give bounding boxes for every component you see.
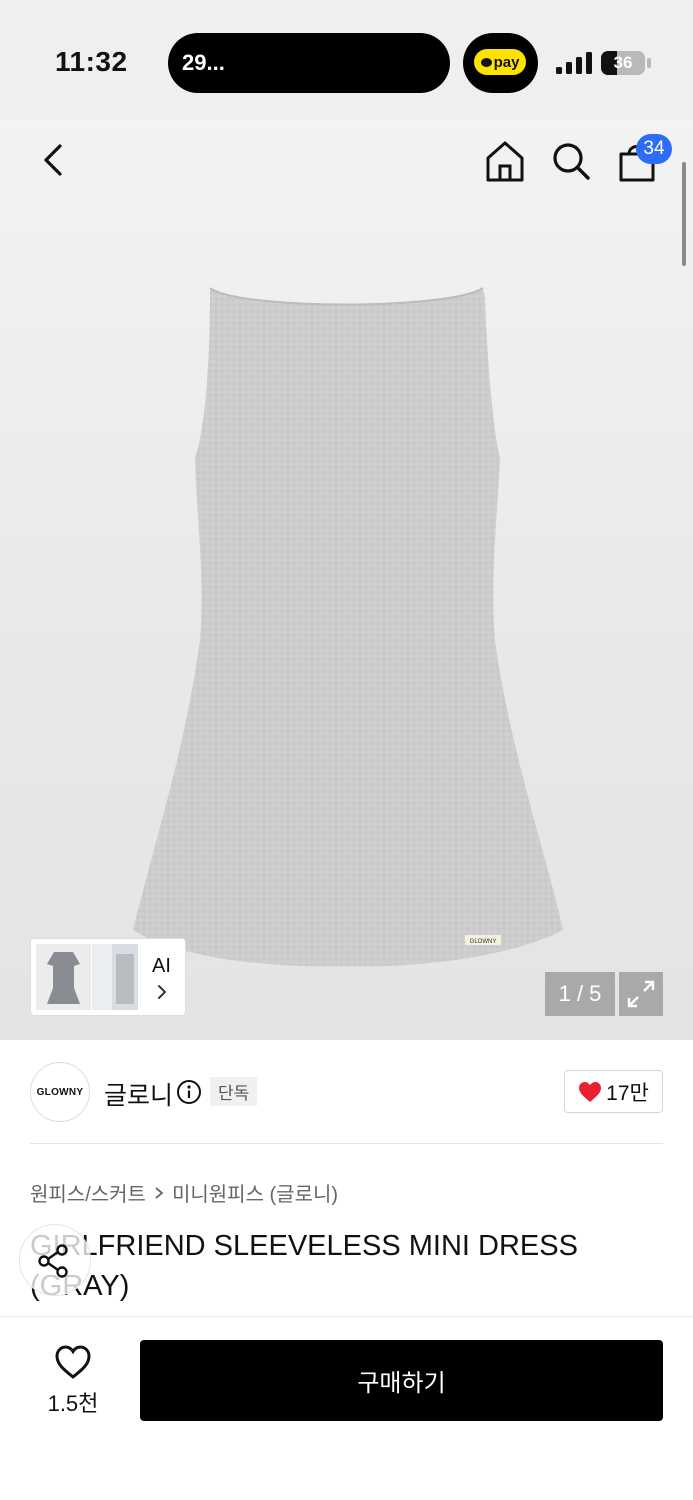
image-counter: 1 / 5 bbox=[545, 972, 615, 1016]
breadcrumb-subcategory[interactable]: 미니원피스 (글로니) bbox=[172, 1178, 338, 1207]
breadcrumb-category[interactable]: 원피스/스커트 bbox=[30, 1178, 146, 1207]
ai-outfit-thumbnail bbox=[36, 944, 91, 1010]
expand-icon[interactable] bbox=[619, 972, 663, 1016]
kakaopay-badge: pay bbox=[474, 49, 526, 75]
heart-filled-icon bbox=[579, 1081, 602, 1102]
ai-label: AI bbox=[152, 955, 171, 977]
ai-outfit-thumbnail-2 bbox=[92, 944, 138, 1010]
divider bbox=[30, 1143, 663, 1144]
scrollbar[interactable] bbox=[682, 162, 686, 266]
home-icon[interactable] bbox=[482, 138, 528, 184]
breadcrumb: 원피스/스커트 미니원피스 (글로니) bbox=[30, 1178, 338, 1207]
brand-like-count: 17만 bbox=[606, 1081, 649, 1105]
brand-like-button[interactable]: 17만 bbox=[564, 1070, 663, 1113]
brand-name[interactable]: 글로니 bbox=[104, 1076, 173, 1112]
live-activity-text: 29... bbox=[182, 50, 225, 75]
speech-bubble-icon bbox=[480, 57, 492, 67]
share-icon[interactable] bbox=[36, 1243, 72, 1279]
heart-outline-icon[interactable] bbox=[54, 1344, 92, 1380]
product-dress-image: GLOWNY bbox=[133, 287, 563, 967]
pay-label: pay bbox=[493, 53, 520, 71]
exclusive-badge: 단독 bbox=[210, 1077, 258, 1106]
battery-cap bbox=[647, 58, 651, 68]
product-title: GIRLFRIEND SLEEVELESS MINI DRESS (GRAY) bbox=[30, 1230, 578, 1302]
chevron-right-icon bbox=[155, 1186, 164, 1199]
garment-label-text: GLOWNY bbox=[470, 939, 497, 945]
wish-count: 1.5천 bbox=[47, 1391, 99, 1416]
search-icon[interactable] bbox=[548, 138, 594, 184]
buy-button[interactable]: 구매하기 bbox=[140, 1340, 663, 1421]
chevron-right-icon bbox=[158, 985, 166, 999]
cart-count-badge: 34 bbox=[636, 134, 672, 164]
battery-level: 36 bbox=[613, 53, 633, 72]
status-time: 11:32 bbox=[55, 46, 128, 77]
cellular-signal-icon bbox=[556, 52, 592, 74]
brand-logo[interactable]: GLOWNY bbox=[30, 1062, 90, 1122]
battery-icon: 36 bbox=[601, 51, 645, 75]
chevron-left-icon[interactable] bbox=[36, 140, 72, 180]
info-icon[interactable] bbox=[176, 1079, 202, 1105]
